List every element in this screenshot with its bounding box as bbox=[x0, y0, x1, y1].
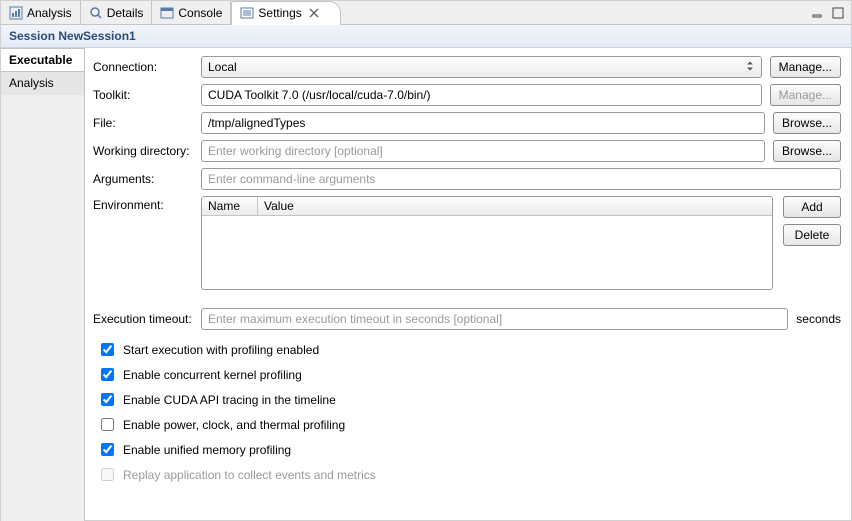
console-icon bbox=[160, 6, 174, 20]
file-label: File: bbox=[93, 116, 193, 130]
file-browse-button[interactable]: Browse... bbox=[773, 112, 841, 134]
env-label: Environment: bbox=[93, 196, 193, 212]
page-title: Session NewSession1 bbox=[1, 25, 851, 48]
toolkit-field[interactable] bbox=[201, 84, 762, 106]
select-caret-icon bbox=[743, 60, 757, 75]
env-add-button[interactable]: Add bbox=[783, 196, 841, 218]
connection-select[interactable]: Local bbox=[201, 56, 762, 78]
check-box[interactable] bbox=[101, 343, 114, 356]
timeout-field[interactable] bbox=[201, 308, 788, 330]
minimize-icon[interactable] bbox=[811, 6, 825, 20]
tab-label: Console bbox=[178, 6, 222, 20]
check-label: Start execution with profiling enabled bbox=[123, 343, 319, 357]
check-row[interactable]: Start execution with profiling enabled bbox=[93, 340, 841, 359]
connection-label: Connection: bbox=[93, 60, 193, 74]
env-table[interactable]: Name Value bbox=[201, 196, 773, 290]
sidebar-item-executable[interactable]: Executable bbox=[1, 48, 84, 72]
check-label: Enable CUDA API tracing in the timeline bbox=[123, 393, 336, 407]
maximize-icon[interactable] bbox=[831, 6, 845, 20]
args-label: Arguments: bbox=[93, 172, 193, 186]
close-icon[interactable] bbox=[308, 7, 320, 19]
sidebar-item-analysis[interactable]: Analysis bbox=[1, 72, 84, 95]
workdir-browse-button[interactable]: Browse... bbox=[773, 140, 841, 162]
magnifier-icon bbox=[89, 6, 103, 20]
timeout-label: Execution timeout: bbox=[93, 312, 193, 326]
connection-value: Local bbox=[208, 60, 237, 74]
check-label: Enable concurrent kernel profiling bbox=[123, 368, 302, 382]
chart-icon bbox=[9, 6, 23, 20]
editor-tabbar: Analysis Details Console Settings bbox=[1, 1, 851, 25]
timeout-suffix: seconds bbox=[796, 312, 841, 326]
args-field[interactable] bbox=[201, 168, 841, 190]
check-box[interactable] bbox=[101, 393, 114, 406]
workdir-field[interactable] bbox=[201, 140, 765, 162]
main-area: Executable Analysis Connection: Local Ma… bbox=[1, 48, 851, 521]
check-box[interactable] bbox=[101, 418, 114, 431]
env-delete-button[interactable]: Delete bbox=[783, 224, 841, 246]
check-box bbox=[101, 468, 114, 481]
sidebar: Executable Analysis bbox=[1, 48, 85, 521]
form-panel: Connection: Local Manage... Toolkit: Man… bbox=[85, 48, 851, 521]
check-label: Enable power, clock, and thermal profili… bbox=[123, 418, 345, 432]
tab-details[interactable]: Details bbox=[81, 1, 153, 24]
check-label: Enable unified memory profiling bbox=[123, 443, 291, 457]
settings-icon bbox=[240, 6, 254, 20]
sidebar-item-label: Analysis bbox=[9, 76, 54, 90]
connection-manage-button[interactable]: Manage... bbox=[770, 56, 841, 78]
check-box[interactable] bbox=[101, 368, 114, 381]
env-table-header: Name Value bbox=[202, 197, 772, 216]
check-row[interactable]: Enable CUDA API tracing in the timeline bbox=[93, 390, 841, 409]
sidebar-item-label: Executable bbox=[9, 53, 72, 67]
tab-label: Settings bbox=[258, 6, 301, 20]
tab-label: Analysis bbox=[27, 6, 72, 20]
toolkit-label: Toolkit: bbox=[93, 88, 193, 102]
check-row[interactable]: Enable power, clock, and thermal profili… bbox=[93, 415, 841, 434]
check-row: Replay application to collect events and… bbox=[93, 465, 841, 484]
tab-analysis[interactable]: Analysis bbox=[1, 1, 81, 24]
tabbar-controls bbox=[811, 1, 851, 24]
toolkit-manage-button: Manage... bbox=[770, 84, 841, 106]
check-box[interactable] bbox=[101, 443, 114, 456]
check-row[interactable]: Enable unified memory profiling bbox=[93, 440, 841, 459]
env-col-name[interactable]: Name bbox=[202, 197, 258, 215]
check-row[interactable]: Enable concurrent kernel profiling bbox=[93, 365, 841, 384]
tab-console[interactable]: Console bbox=[152, 1, 231, 24]
tab-label: Details bbox=[107, 6, 144, 20]
tab-settings[interactable]: Settings bbox=[231, 1, 340, 25]
env-table-body[interactable] bbox=[202, 216, 772, 289]
file-field[interactable] bbox=[201, 112, 765, 134]
env-col-value[interactable]: Value bbox=[258, 197, 772, 215]
workdir-label: Working directory: bbox=[93, 144, 193, 158]
check-label: Replay application to collect events and… bbox=[123, 468, 376, 482]
